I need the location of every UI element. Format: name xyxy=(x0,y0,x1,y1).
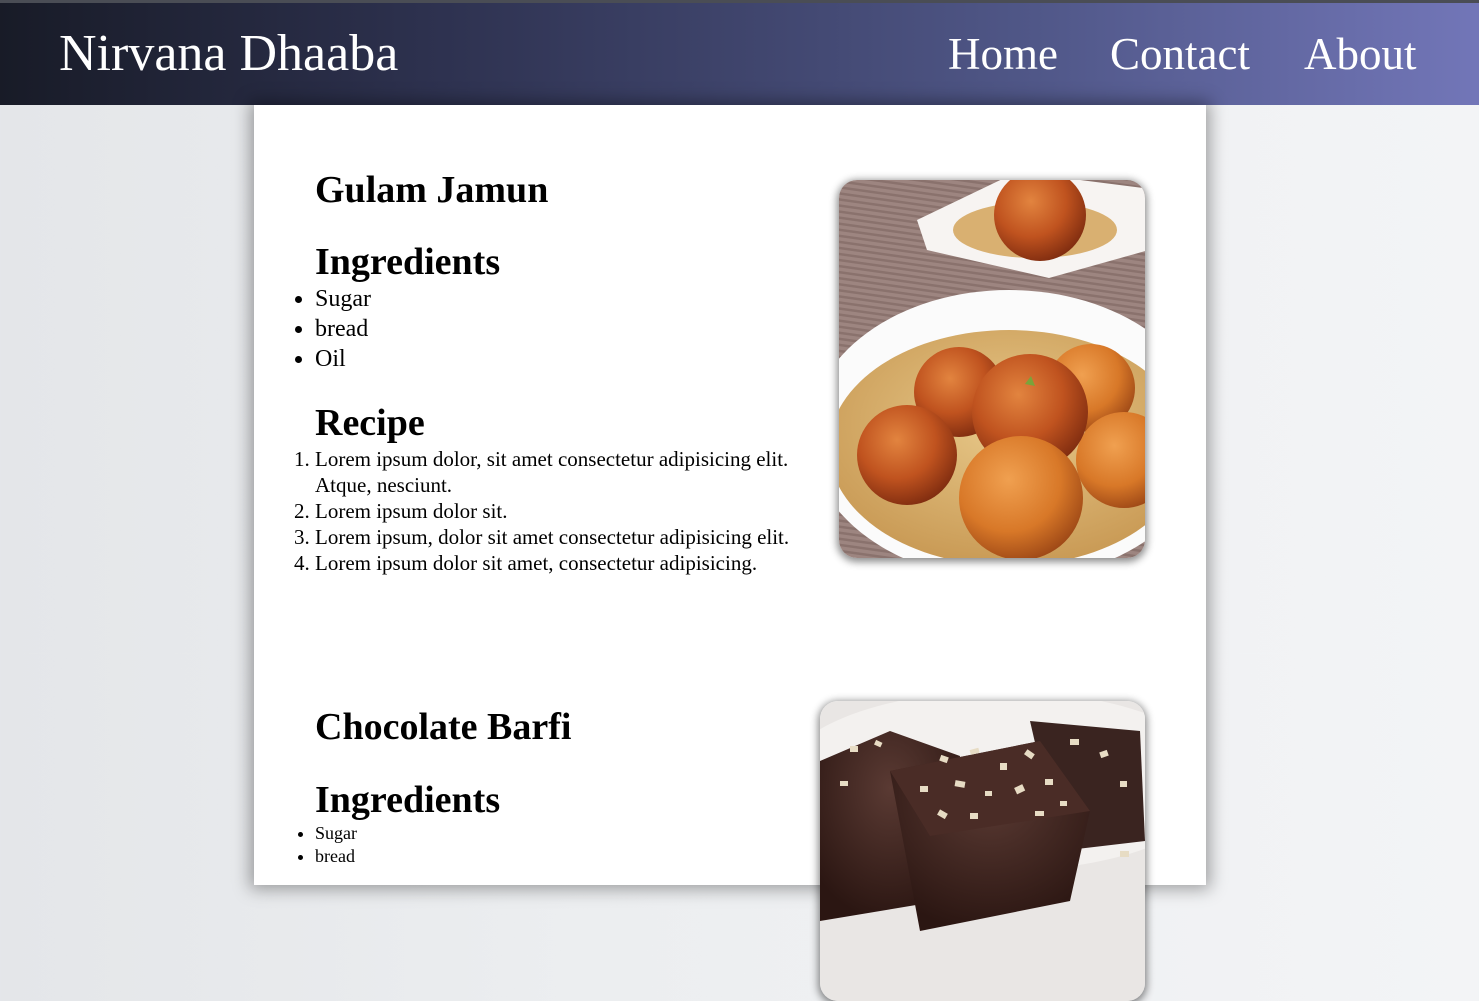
ingredients-heading: Ingredients xyxy=(315,241,501,283)
dish-title: Chocolate Barfi xyxy=(315,706,572,748)
recipe-heading: Recipe xyxy=(315,402,425,444)
chocolate-barfi-photo xyxy=(820,701,1145,1001)
list-item: Oil xyxy=(315,344,371,374)
recipe-list: Lorem ipsum dolor, sit amet consectetur … xyxy=(254,446,835,576)
list-item: bread xyxy=(315,314,371,344)
list-item: Lorem ipsum dolor sit amet, consectetur … xyxy=(315,550,835,576)
list-item: Sugar xyxy=(315,284,371,314)
ingredients-list: Sugar bread xyxy=(254,822,357,868)
gulab-jamun-photo xyxy=(839,180,1145,558)
ingredients-heading: Ingredients xyxy=(315,779,501,821)
list-item: Lorem ipsum dolor, sit amet consectetur … xyxy=(315,446,835,498)
ingredients-list: Sugar bread Oil xyxy=(254,284,371,374)
site-header: Nirvana Dhaaba Home Contact About xyxy=(0,3,1479,105)
nav-about-link[interactable]: About xyxy=(1304,27,1417,81)
list-item: Lorem ipsum, dolor sit amet consectetur … xyxy=(315,524,835,550)
list-item: Sugar xyxy=(315,822,357,845)
nav-home-link[interactable]: Home xyxy=(948,27,1058,81)
site-brand[interactable]: Nirvana Dhaaba xyxy=(59,23,398,85)
content-card: Gulam Jamun Ingredients Sugar bread Oil … xyxy=(254,105,1206,1001)
nav-contact-link[interactable]: Contact xyxy=(1110,27,1250,81)
dish-title: Gulam Jamun xyxy=(315,169,549,211)
list-item: bread xyxy=(315,845,357,868)
list-item: Lorem ipsum dolor sit. xyxy=(315,498,835,524)
